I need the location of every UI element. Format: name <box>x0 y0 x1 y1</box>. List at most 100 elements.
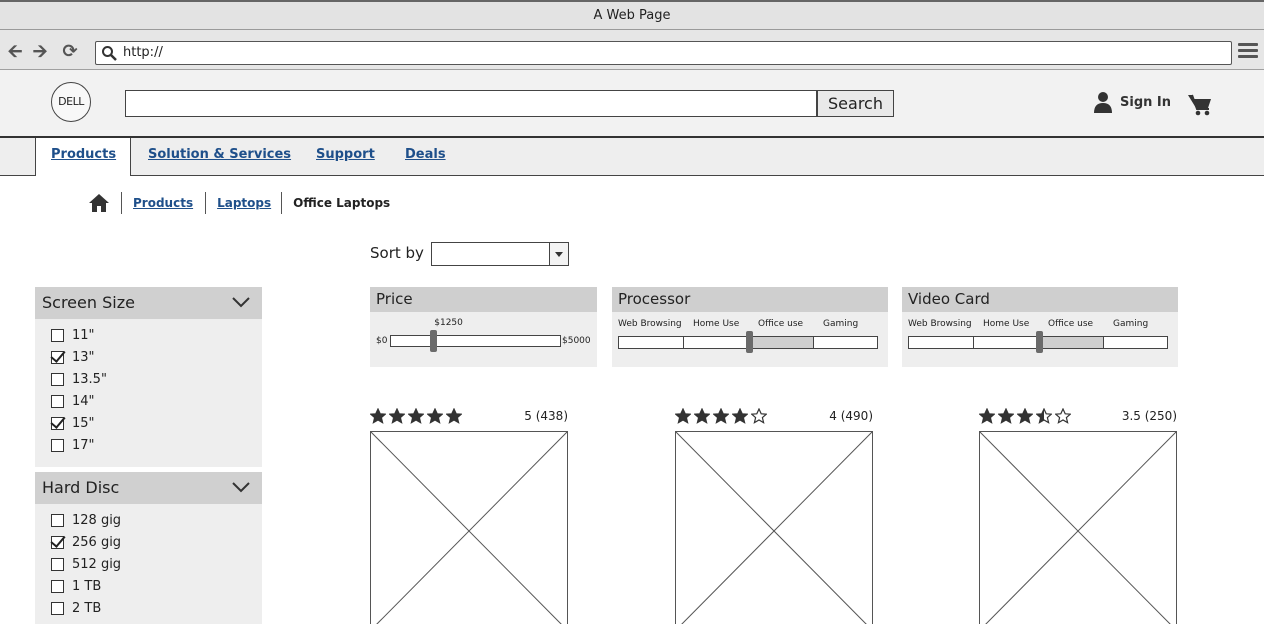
star-filled-icon <box>713 408 729 424</box>
search-button[interactable]: Search <box>817 90 894 117</box>
checkbox-row[interactable]: 14" <box>51 390 262 412</box>
breadcrumb: Products Laptops Office Laptops <box>88 191 390 215</box>
price-value-label: $1250 <box>434 318 463 328</box>
screen-size-title: Screen Size <box>42 293 135 312</box>
sort-select[interactable] <box>431 242 569 266</box>
checkbox-label: 17" <box>72 437 95 453</box>
checkbox-label: 15" <box>72 415 95 431</box>
shopping-cart-icon[interactable] <box>1187 93 1213 117</box>
price-filter: Price $0 $5000 $1250 <box>370 287 597 367</box>
dropdown-arrow-icon[interactable] <box>549 243 568 265</box>
checkbox[interactable] <box>51 328 64 342</box>
checkbox[interactable] <box>51 601 64 615</box>
tab-products[interactable]: Products <box>35 138 131 176</box>
reload-icon[interactable]: ⟳ <box>60 42 80 62</box>
checkbox-row[interactable]: 2 TB <box>51 597 262 619</box>
checkbox[interactable] <box>51 579 64 593</box>
slider-segment[interactable] <box>1104 337 1169 348</box>
product-card[interactable]: 4 (490) <box>675 405 873 624</box>
checkbox-row[interactable]: 13.5" <box>51 368 262 390</box>
price-slider-track[interactable] <box>390 330 561 352</box>
level-label: Home Use <box>693 319 740 329</box>
processor-filter: Processor Web Browsing Home Use Office use… <box>612 287 888 367</box>
slider-segment[interactable] <box>684 337 749 348</box>
checkbox-checked[interactable] <box>51 350 64 364</box>
breadcrumb-laptops[interactable]: Laptops <box>217 196 271 210</box>
user-icon <box>1094 92 1112 113</box>
slider-segment[interactable] <box>814 337 879 348</box>
checkbox-checked[interactable] <box>51 535 64 549</box>
site-search-input[interactable] <box>125 90 817 117</box>
rating-row: 5 (438) <box>370 405 568 429</box>
tab-solution-services[interactable]: Solution & Services <box>133 138 306 175</box>
hard-disc-options: 128 gig 256 gig 512 gig 1 TB 2 TB <box>35 504 262 624</box>
slider-segment[interactable] <box>1039 337 1104 348</box>
checkbox-label: 13" <box>72 349 95 365</box>
product-image-placeholder[interactable] <box>675 431 873 624</box>
star-filled-icon <box>408 408 424 424</box>
slider-segment[interactable] <box>619 337 684 348</box>
chevron-down-icon[interactable] <box>232 296 250 308</box>
star-filled-icon <box>979 408 995 424</box>
screen-size-options: 11" 13" 13.5" 14" 15" 17" <box>35 319 262 462</box>
slider-segment[interactable] <box>749 337 814 348</box>
price-slider-thumb[interactable] <box>430 330 438 352</box>
checkbox-label: 2 TB <box>72 600 102 616</box>
hamburger-menu-icon[interactable] <box>1238 43 1258 61</box>
slider-segment[interactable] <box>974 337 1039 348</box>
dell-logo[interactable]: DELL <box>51 82 91 122</box>
checkbox-row[interactable]: 1 TB <box>51 575 262 597</box>
checkbox-label: 13.5" <box>72 371 107 387</box>
slider-segment[interactable] <box>909 337 974 348</box>
level-label: Gaming <box>823 319 859 329</box>
level-label: Web Browsing <box>618 319 682 329</box>
checkbox-row[interactable]: 17" <box>51 434 262 456</box>
breadcrumb-separator <box>205 192 207 214</box>
breadcrumb-products[interactable]: Products <box>133 196 193 210</box>
home-icon[interactable] <box>88 193 110 213</box>
hard-disc-header[interactable]: Hard Disc <box>35 472 262 504</box>
back-arrow-icon[interactable]: 🡨 <box>5 42 25 62</box>
star-filled-icon <box>998 408 1014 424</box>
level-label: Gaming <box>1113 319 1149 329</box>
product-card[interactable]: 5 (438) <box>370 405 568 624</box>
product-image-placeholder[interactable] <box>370 431 568 624</box>
checkbox[interactable] <box>51 438 64 452</box>
level-label: Home Use <box>983 319 1030 329</box>
processor-slider-track[interactable] <box>618 331 879 353</box>
product-image-placeholder[interactable] <box>979 431 1177 624</box>
checkbox-row[interactable]: 128 gig <box>51 509 262 531</box>
chevron-down-icon[interactable] <box>232 481 250 493</box>
checkbox-row[interactable]: 512 gig <box>51 553 262 575</box>
checkbox-row[interactable]: 11" <box>51 324 262 346</box>
checkbox[interactable] <box>51 394 64 408</box>
price-min-label: $0 <box>376 336 388 346</box>
screen-size-header[interactable]: Screen Size <box>35 287 262 319</box>
tab-support[interactable]: Support <box>301 138 390 175</box>
slider-thumb[interactable] <box>746 331 753 353</box>
processor-title: Processor <box>612 287 888 312</box>
star-rating <box>979 408 1074 424</box>
address-bar[interactable]: http:// <box>95 41 1232 65</box>
checkbox-checked[interactable] <box>51 416 64 430</box>
video-card-slider-track[interactable] <box>908 331 1169 353</box>
sign-in-link[interactable]: Sign In <box>1094 90 1171 114</box>
checkbox[interactable] <box>51 513 64 527</box>
checkbox-row[interactable]: 15" <box>51 412 262 434</box>
screen-size-filter: Screen Size 11" 13" 13.5" 14" 15" 17" <box>35 287 262 467</box>
checkbox-label: 512 gig <box>72 556 122 572</box>
checkbox[interactable] <box>51 372 64 386</box>
search-icon <box>102 46 117 61</box>
checkbox[interactable] <box>51 557 64 571</box>
forward-arrow-icon[interactable]: 🡪 <box>30 42 50 62</box>
product-card[interactable]: 3.5 (250) <box>979 405 1177 624</box>
checkbox-row[interactable]: 13" <box>51 346 262 368</box>
checkbox-row[interactable]: 256 gig <box>51 531 262 553</box>
slider-thumb[interactable] <box>1036 331 1043 353</box>
rating-text: 4 (490) <box>829 409 873 423</box>
star-filled-icon <box>1017 408 1033 424</box>
star-rating <box>370 408 465 424</box>
breadcrumb-separator <box>121 192 122 214</box>
tab-deals[interactable]: Deals <box>390 138 461 175</box>
sort-label: Sort by <box>370 244 424 262</box>
